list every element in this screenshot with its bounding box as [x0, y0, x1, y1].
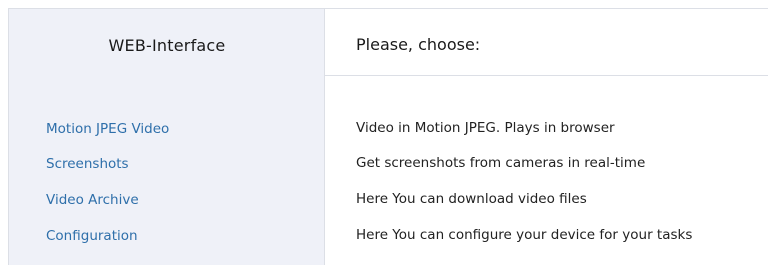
sidebar: WEB-Interface Motion JPEG Video Screensh… — [9, 9, 325, 265]
description-video-archive: Here You can download video files — [356, 191, 587, 207]
nav-link-motion-jpeg-video[interactable]: Motion JPEG Video — [46, 121, 169, 137]
main-header: Please, choose: — [325, 9, 768, 76]
nav-link-configuration[interactable]: Configuration — [46, 228, 138, 244]
page-title: Please, choose: — [356, 35, 481, 54]
description-motion-jpeg-video: Video in Motion JPEG. Plays in browser — [356, 120, 615, 136]
description-configuration: Here You can configure your device for y… — [356, 227, 693, 243]
sidebar-title: WEB-Interface — [108, 36, 226, 55]
nav-link-video-archive[interactable]: Video Archive — [46, 192, 139, 208]
description-screenshots: Get screenshots from cameras in real-tim… — [356, 155, 646, 171]
nav-link-screenshots[interactable]: Screenshots — [46, 156, 129, 172]
